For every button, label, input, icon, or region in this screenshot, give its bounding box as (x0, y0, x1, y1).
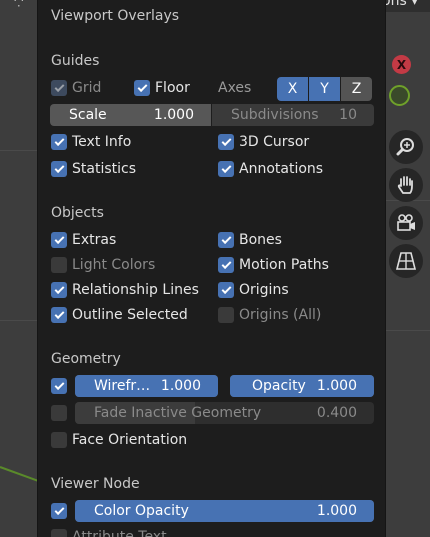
floor-toggle[interactable]: Floor (134, 78, 190, 98)
face-orientation-label: Face Orientation (72, 432, 188, 448)
extras-toggle[interactable]: Extras (51, 230, 116, 250)
scale-field[interactable]: Scale 1.000 (50, 104, 211, 126)
subdivisions-value: 10 (339, 107, 357, 123)
wireframe-value: 1.000 (160, 378, 201, 394)
scale-label: Scale (69, 107, 107, 123)
annotations-checkbox[interactable] (218, 161, 234, 177)
axes-label: Axes (218, 80, 252, 96)
grid-line (386, 330, 430, 331)
wireframe-toggle[interactable] (51, 376, 72, 396)
light-colors-checkbox[interactable] (51, 257, 67, 273)
bones-checkbox[interactable] (218, 232, 234, 248)
relationship-lines-checkbox[interactable] (51, 282, 67, 298)
opacity-value: 1.000 (316, 378, 357, 394)
attribute-text-checkbox[interactable] (51, 529, 67, 537)
subdivisions-field[interactable]: Subdivisions 10 (212, 104, 374, 126)
axis-y-button[interactable]: Y (309, 77, 340, 101)
motion-paths-toggle[interactable]: Motion Paths (218, 255, 329, 275)
viewer-node-section-title: Viewer Node (51, 476, 140, 492)
outline-selected-checkbox[interactable] (51, 307, 67, 323)
y-axis-line (0, 466, 38, 482)
zoom-icon (396, 138, 414, 156)
viewport-overlays-popover: Viewport Overlays Guides Grid Floor Axes… (37, 0, 386, 537)
motion-paths-label: Motion Paths (239, 257, 329, 273)
origins-label: Origins (239, 282, 289, 298)
motion-paths-checkbox[interactable] (218, 257, 234, 273)
ortho-tool[interactable] (389, 244, 423, 278)
grid-checkbox[interactable] (51, 80, 67, 96)
gizmo-x-label: X (396, 57, 407, 72)
guides-section-title: Guides (51, 53, 100, 69)
grid-line (0, 320, 37, 321)
grid-line (0, 150, 37, 151)
camera-tool[interactable] (389, 206, 423, 240)
3d-cursor-label: 3D Cursor (239, 134, 310, 150)
opacity-label: Opacity (252, 378, 306, 394)
statistics-label: Statistics (72, 161, 136, 177)
origins-checkbox[interactable] (218, 282, 234, 298)
fade-inactive-label: Fade Inactive Geometry (94, 405, 262, 421)
face-orientation-toggle[interactable]: Face Orientation (51, 430, 187, 450)
extras-label: Extras (72, 232, 117, 248)
axis-x-button[interactable]: X (277, 77, 308, 101)
text-info-toggle[interactable]: Text Info (51, 132, 131, 152)
origins-all-toggle[interactable]: Origins (All) (218, 305, 321, 325)
wireframe-label: Wirefr… (94, 378, 151, 394)
origins-all-label: Origins (All) (239, 307, 322, 323)
popover-title: Viewport Overlays (51, 8, 180, 24)
text-info-checkbox[interactable] (51, 134, 67, 150)
annotations-label: Annotations (239, 161, 324, 177)
axis-z-button[interactable]: Z (341, 77, 372, 101)
color-opacity-value: 1.000 (316, 503, 357, 519)
color-opacity-checkbox[interactable] (51, 503, 67, 519)
text-info-label: Text Info (72, 134, 132, 150)
3d-cursor-toggle[interactable]: 3D Cursor (218, 132, 309, 152)
floor-checkbox[interactable] (134, 80, 150, 96)
wireframe-checkbox[interactable] (51, 378, 67, 394)
fade-inactive-checkbox[interactable] (51, 405, 67, 421)
wireframe-opacity-field[interactable]: Opacity 1.000 (230, 375, 374, 397)
grid-view-icon (395, 252, 417, 270)
pan-tool[interactable] (389, 168, 423, 202)
objects-section-title: Objects (51, 205, 104, 221)
fade-inactive-value: 0.400 (316, 405, 357, 421)
attribute-text-label: Attribute Text (72, 529, 167, 537)
color-opacity-field[interactable]: Color Opacity 1.000 (75, 500, 374, 522)
gizmo-y-axis[interactable] (389, 85, 410, 106)
geometry-section-title: Geometry (51, 351, 121, 367)
fade-inactive-field[interactable]: Fade Inactive Geometry 0.400 (75, 402, 374, 424)
bones-toggle[interactable]: Bones (218, 230, 282, 250)
relationship-lines-label: Relationship Lines (72, 282, 199, 298)
color-opacity-toggle[interactable] (51, 501, 72, 521)
bones-label: Bones (239, 232, 282, 248)
3d-cursor-checkbox[interactable] (218, 134, 234, 150)
statistics-toggle[interactable]: Statistics (51, 159, 136, 179)
gizmo-x-axis[interactable]: X (392, 55, 411, 74)
grid-toggle[interactable]: Grid (51, 78, 101, 98)
outline-selected-label: Outline Selected (72, 307, 188, 323)
relationship-lines-toggle[interactable]: Relationship Lines (51, 280, 199, 300)
scale-value: 1.000 (153, 107, 194, 123)
color-opacity-label: Color Opacity (94, 503, 189, 519)
face-orientation-checkbox[interactable] (51, 432, 67, 448)
editor-type-icon[interactable]: ⁛ (14, 0, 34, 8)
extras-checkbox[interactable] (51, 232, 67, 248)
light-colors-label: Light Colors (72, 257, 156, 273)
origins-all-checkbox[interactable] (218, 307, 234, 323)
subdivisions-label: Subdivisions (231, 107, 319, 123)
floor-label: Floor (155, 80, 190, 96)
zoom-tool[interactable] (389, 130, 423, 164)
origins-toggle[interactable]: Origins (218, 280, 289, 300)
camera-icon (397, 214, 415, 231)
fade-inactive-toggle[interactable] (51, 403, 72, 423)
statistics-checkbox[interactable] (51, 161, 67, 177)
attribute-text-toggle[interactable]: Attribute Text (51, 527, 167, 537)
grid-label: Grid (72, 80, 102, 96)
hand-icon (397, 176, 413, 194)
light-colors-toggle[interactable]: Light Colors (51, 255, 155, 275)
wireframe-threshold-field[interactable]: Wirefr… 1.000 (75, 375, 218, 397)
annotations-toggle[interactable]: Annotations (218, 159, 323, 179)
outline-selected-toggle[interactable]: Outline Selected (51, 305, 188, 325)
